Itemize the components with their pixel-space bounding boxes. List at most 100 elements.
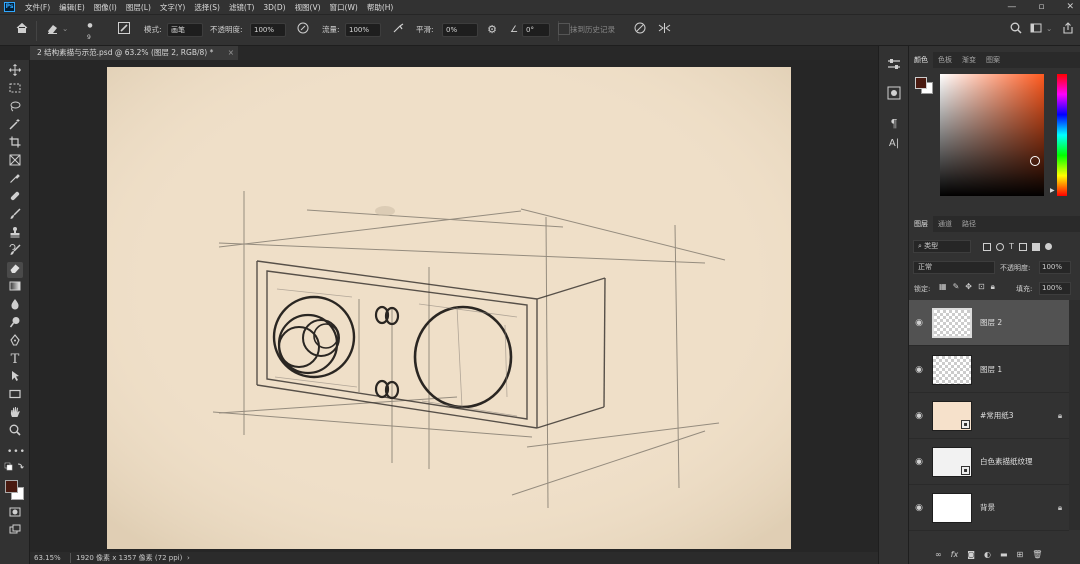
fill-field[interactable]: 100% (1039, 282, 1071, 295)
lock-pixels-icon[interactable]: ✎ (953, 282, 960, 292)
canvas-area[interactable] (30, 60, 878, 552)
menu-type[interactable]: 文字(Y) (160, 2, 185, 13)
angle-field[interactable]: 0° (522, 23, 550, 37)
pressure-size-icon[interactable] (632, 22, 648, 38)
menu-layer[interactable]: 图层(L) (126, 2, 151, 13)
link-icon[interactable]: ∞ (935, 550, 942, 559)
properties-icon[interactable] (885, 58, 903, 74)
hue-slider[interactable] (1057, 74, 1067, 196)
adjustment-filter-icon[interactable] (996, 242, 1004, 251)
brush-settings-icon[interactable] (116, 22, 132, 38)
foreground-color-swatch[interactable] (5, 480, 18, 493)
menu-file[interactable]: 文件(F) (25, 2, 50, 13)
lock-transparent-icon[interactable]: ▦ (939, 282, 947, 292)
group-icon[interactable]: ▬ (1000, 550, 1008, 559)
layer-name[interactable]: 图层 2 (980, 317, 1069, 328)
layer-row[interactable]: ◉ 背景 🔒︎ (909, 485, 1069, 531)
tab-paths[interactable]: 路径 (957, 216, 981, 232)
layer-row[interactable]: ◉ ▪ 白色素描纸纹理 (909, 439, 1069, 485)
dodge-tool-icon[interactable] (7, 316, 23, 332)
menu-image[interactable]: 图像(I) (94, 2, 117, 13)
history-brush-tool-icon[interactable] (7, 244, 23, 260)
fx-icon[interactable]: fx (951, 550, 959, 559)
paragraph-icon[interactable]: ¶ (885, 116, 903, 132)
opacity-field[interactable]: 100% (250, 23, 286, 37)
layer-name[interactable]: #常用纸3 (980, 410, 1051, 421)
mode-select[interactable]: 画笔 (167, 23, 203, 37)
layer-filter-select[interactable]: ⌕ 类型 (913, 240, 971, 253)
layer-row[interactable]: ◉ 图层 1 (909, 347, 1069, 393)
menu-view[interactable]: 视图(V) (295, 2, 321, 13)
workspace-icon[interactable] (1028, 22, 1044, 38)
adjustment-icon[interactable]: ◐ (984, 550, 991, 559)
layer-name[interactable]: 背景 (980, 502, 1051, 513)
pressure-opacity-icon[interactable] (295, 22, 311, 38)
menu-3d[interactable]: 3D(D) (263, 3, 285, 12)
document-tab[interactable]: 2 结构素描与示范.psd @ 63.2% (图层 2, RGB/8) * × (30, 46, 238, 60)
search-icon[interactable] (1008, 22, 1024, 38)
layers-scrollbar[interactable] (1069, 300, 1080, 530)
blur-tool-icon[interactable] (7, 298, 23, 314)
filter-toggle-icon[interactable] (1044, 243, 1052, 250)
tab-swatches[interactable]: 色板 (933, 52, 957, 68)
screen-mode-icon[interactable] (7, 524, 23, 540)
lock-all-icon[interactable]: 🔒︎ (991, 282, 995, 292)
quick-mask-icon[interactable] (7, 506, 23, 522)
shape-filter-icon[interactable] (1018, 242, 1027, 251)
gradient-tool-icon[interactable] (7, 280, 23, 296)
menu-select[interactable]: 选择(S) (194, 2, 220, 13)
tab-layers[interactable]: 图层 (909, 216, 933, 232)
layer-name[interactable]: 白色素描纸纹理 (980, 456, 1069, 467)
path-selection-tool-icon[interactable] (7, 370, 23, 386)
close-tab-button[interactable]: × (228, 46, 234, 60)
eraser-tool-preset-icon[interactable] (44, 22, 60, 38)
status-menu-arrow[interactable]: › (187, 552, 190, 564)
symmetry-icon[interactable] (656, 22, 672, 38)
zoom-level[interactable]: 63.15% (34, 552, 61, 564)
maximize-button[interactable]: ▫ (1038, 2, 1044, 12)
move-tool-icon[interactable] (7, 64, 23, 80)
home-icon[interactable] (14, 22, 30, 38)
gear-icon[interactable]: ⚙ (484, 22, 500, 38)
minimize-button[interactable]: — (1007, 2, 1016, 12)
foreground-color-swatch[interactable] (915, 77, 927, 89)
airbrush-icon[interactable] (390, 22, 406, 38)
close-button[interactable]: ✕ (1066, 2, 1074, 12)
document-canvas[interactable] (107, 67, 791, 549)
tab-channels[interactable]: 通道 (933, 216, 957, 232)
layer-name[interactable]: 图层 1 (980, 364, 1069, 375)
lasso-tool-icon[interactable] (7, 100, 23, 116)
menu-edit[interactable]: 编辑(E) (59, 2, 85, 13)
blend-mode-select[interactable]: 正常 (913, 261, 995, 274)
tab-patterns[interactable]: 图案 (981, 52, 1005, 68)
tab-color[interactable]: 颜色 (909, 52, 933, 68)
adjustments-icon[interactable] (885, 86, 903, 102)
pixel-filter-icon[interactable] (983, 242, 991, 251)
new-layer-icon[interactable]: ⊞ (1017, 550, 1024, 559)
layer-row[interactable]: ◉ ▪ #常用纸3 🔒︎ (909, 393, 1069, 439)
eye-icon[interactable]: ◉ (909, 503, 929, 513)
menu-filter[interactable]: 滤镜(T) (229, 2, 254, 13)
marquee-tool-icon[interactable] (7, 82, 23, 98)
lock-position-icon[interactable]: ✥ (965, 282, 972, 292)
color-picker-field[interactable] (940, 74, 1044, 196)
pen-tool-icon[interactable] (7, 334, 23, 350)
eye-icon[interactable]: ◉ (909, 318, 929, 328)
type-filter-icon[interactable]: T (1009, 242, 1014, 251)
frame-tool-icon[interactable] (7, 154, 23, 170)
chevron-down-icon[interactable]: ⌄ (1046, 24, 1052, 33)
healing-brush-tool-icon[interactable] (7, 190, 23, 206)
menu-window[interactable]: 窗口(W) (330, 2, 358, 13)
more-tools-icon[interactable]: ••• (7, 444, 25, 460)
smart-object-filter-icon[interactable] (1031, 242, 1040, 251)
layer-opacity-field[interactable]: 100% (1039, 261, 1071, 274)
magic-wand-tool-icon[interactable] (7, 118, 23, 134)
rectangle-tool-icon[interactable] (7, 388, 23, 404)
chevron-down-icon[interactable]: ⌄ (62, 24, 68, 33)
erase-history-checkbox[interactable] (558, 23, 570, 35)
eye-icon[interactable]: ◉ (909, 411, 929, 421)
clone-stamp-tool-icon[interactable] (7, 226, 23, 242)
color-picker-cursor[interactable] (1030, 156, 1040, 166)
eye-icon[interactable]: ◉ (909, 457, 929, 467)
hand-tool-icon[interactable] (7, 406, 23, 422)
